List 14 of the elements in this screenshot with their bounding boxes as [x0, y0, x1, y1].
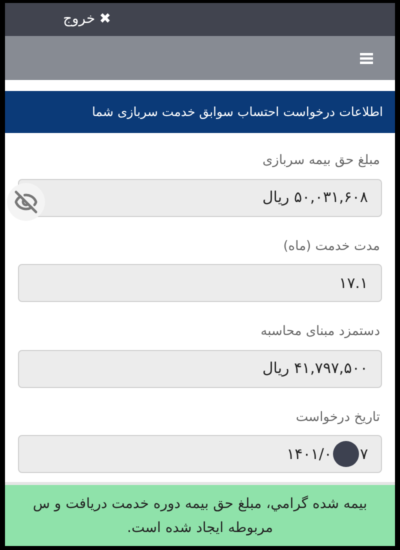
message-text: بیمه شده گرامي، مبلغ حق بیمه دوره خدمت دریافت و س [32, 494, 368, 514]
field-label: مدت خدمت (ماه) [282, 238, 381, 256]
message-text: مربوطه ایجاد شده است. [127, 518, 273, 538]
field-label: تاریخ درخواست [294, 408, 381, 426]
date-value: ۷ [360, 444, 368, 465]
exit-button[interactable]: ✖ خروج [63, 9, 111, 30]
input-field[interactable]: ۱۴۰۱/۰ ۷ [18, 435, 382, 473]
field-label: مبلغ حق بیمه سربازی [261, 152, 381, 170]
input-field[interactable]: ۵۰,۰۳۱,۶۰۸ ریال [18, 178, 382, 216]
input-field[interactable]: ۱۷.۱ [18, 264, 382, 302]
field-label: دستمزد مبنای محاسبه [260, 323, 381, 341]
date-value: ۱۴۰۱/۰ [286, 444, 332, 465]
section-title: اطلاعات درخواست احتساب سوابق خدمت سربازی شما [92, 102, 383, 121]
input-field[interactable]: ۴۱,۷۹۷,۵۰۰ ریال [18, 350, 382, 388]
